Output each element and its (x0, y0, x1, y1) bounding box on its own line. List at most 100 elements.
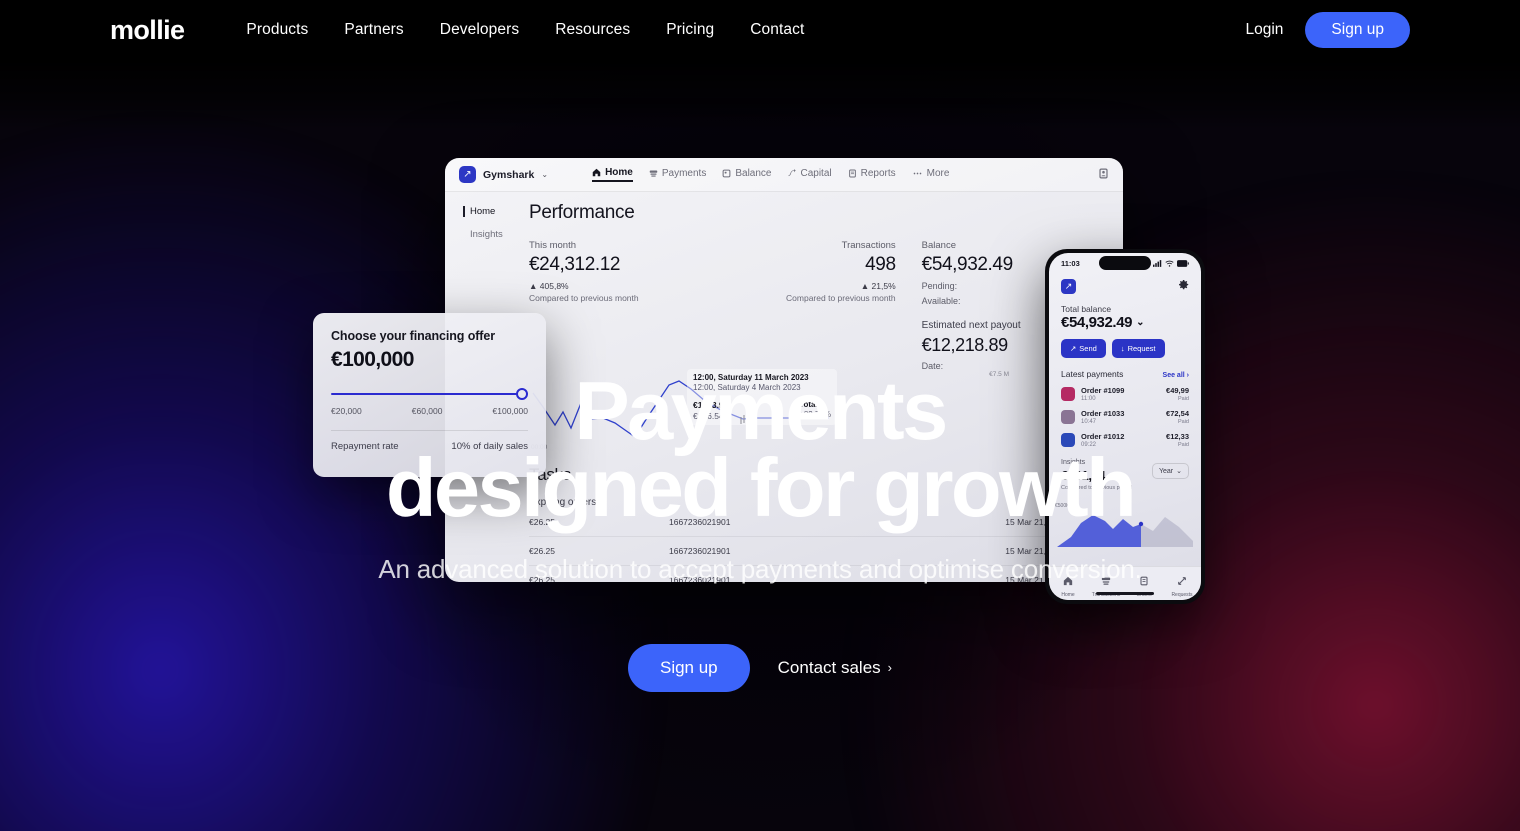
chevron-down-icon: ⌄ (1176, 468, 1182, 475)
battery-icon (1177, 259, 1189, 267)
mollie-logo[interactable]: mollie (110, 16, 185, 44)
page-title: Payments designed for growth (378, 369, 1141, 529)
dashboard-tab-payments[interactable]: Payments (649, 168, 706, 181)
nav-item-contact[interactable]: Contact (750, 21, 804, 39)
dashboard-tab-capital[interactable]: Capital (787, 168, 832, 181)
stat-label: Transactions (841, 240, 896, 251)
period-selector[interactable]: Year ⌄ (1151, 463, 1189, 479)
stat-comparison: Compared to previous month (786, 293, 896, 303)
send-button[interactable]: ↗ Send (1061, 339, 1106, 358)
stats-row: This month €24,312.12 ▲ 405,8% Compared … (529, 240, 1105, 371)
nav-item-pricing[interactable]: Pricing (666, 21, 714, 39)
stat-delta: ▲ 21,5% (860, 281, 896, 291)
merchant-logo-icon: ↗ (459, 166, 476, 183)
slider-tick-min: €20,000 (331, 406, 362, 416)
phone-tab-requests[interactable]: Requests (1163, 573, 1201, 598)
nav-item-resources[interactable]: Resources (555, 21, 630, 39)
signup-button-nav[interactable]: Sign up (1305, 12, 1410, 48)
payment-amount: €12,33 (1166, 432, 1189, 441)
stat-transactions: Transactions 498 ▲ 21,5% Compared to pre… (712, 240, 921, 371)
hero-subheadline: An advanced solution to accept payments … (378, 554, 1142, 585)
phone-balance-value-row[interactable]: €54,932.49 ⌄ (1061, 314, 1189, 331)
status-badge: Paid (1177, 442, 1189, 448)
dashboard-tab-label: Balance (735, 168, 772, 179)
more-icon (913, 172, 921, 175)
phone-clock: 11:03 (1061, 258, 1080, 268)
chevron-down-icon: ⌄ (1136, 317, 1145, 328)
account-icon[interactable] (1098, 166, 1109, 184)
sidebar-item-insights[interactable]: Insights (463, 229, 525, 240)
dashboard-tab-more[interactable]: More (912, 168, 950, 181)
hero-cta-group: Sign up Contact sales › (378, 643, 1141, 692)
arrow-down-icon: ↓ (1120, 344, 1125, 353)
dashboard-tab-label: Payments (661, 168, 707, 179)
balance-icon (722, 169, 731, 178)
dashboard-nav: Home Payments Balance Capital Reports Mo… (592, 167, 949, 182)
phone-status-icons (1153, 259, 1189, 267)
period-label: Year (1158, 467, 1174, 475)
payments-icon (649, 170, 658, 177)
phone-tab-label: Requests (1171, 591, 1193, 598)
dashboard-tab-label: Home (605, 167, 633, 178)
requests-icon (1178, 576, 1186, 585)
stat-value: €24,312.12 (529, 254, 621, 275)
landing-page: mollie Products Partners Developers Reso… (0, 0, 1520, 831)
phone-header: ↗ (1049, 273, 1201, 295)
cellular-signal-icon (1153, 259, 1162, 267)
main-nav-links: Products Partners Developers Resources P… (246, 21, 804, 39)
phone-notch (1099, 256, 1151, 270)
phone-quick-actions: ↗ Send ↓ Request (1061, 339, 1189, 358)
stat-label: This month (529, 240, 576, 251)
phone-balance-value: €54,932.49 (1061, 314, 1133, 331)
payment-amount: €49,99 (1166, 386, 1189, 395)
dashboard-tab-reports[interactable]: Reports (848, 168, 896, 181)
stat-this-month: This month €24,312.12 ▲ 405,8% Compared … (529, 240, 712, 371)
nav-item-products[interactable]: Products (246, 21, 308, 39)
phone-brand-icon: ↗ (1061, 278, 1076, 294)
status-badge: Paid (1177, 396, 1189, 402)
stat-delta: ▲ 405,8% (529, 281, 569, 291)
login-link[interactable]: Login (1245, 21, 1283, 39)
hero-headline-line2: designed for growth (385, 441, 1137, 535)
sidebar-item-home[interactable]: Home (463, 206, 525, 217)
signup-button-hero[interactable]: Sign up (627, 643, 750, 692)
contact-sales-link[interactable]: Contact sales › (778, 658, 892, 678)
dashboard-tab-label: More (926, 168, 950, 179)
payment-amount-block: €72,54 Paid (1166, 409, 1189, 425)
status-badge: Paid (1177, 419, 1189, 425)
top-navigation-bar: mollie Products Partners Developers Reso… (0, 0, 1520, 60)
stat-comparison: Compared to previous month (529, 293, 639, 303)
performance-title: Performance (529, 202, 635, 223)
financing-card-title: Choose your financing offer (331, 329, 495, 343)
dashboard-tab-label: Capital (800, 168, 832, 179)
capital-icon (788, 169, 797, 177)
nav-item-partners[interactable]: Partners (344, 21, 403, 39)
reports-icon (848, 169, 856, 178)
merchant-name: Gymshark (483, 168, 535, 181)
dashboard-topbar: ↗ Gymshark ⌄ Home Payments Balance Capit… (445, 158, 1123, 192)
dashboard-tab-label: Reports (860, 168, 896, 179)
home-icon (592, 168, 601, 177)
arrow-up-right-icon: ↗ (1070, 344, 1077, 353)
send-button-label: Send (1079, 344, 1097, 353)
payment-amount-block: €49,99 Paid (1166, 386, 1189, 402)
payment-amount-block: €12,33 Paid (1166, 432, 1189, 448)
request-button-label: Request (1127, 344, 1156, 353)
merchant-switcher[interactable]: ↗ Gymshark ⌄ (459, 166, 548, 183)
gear-icon[interactable] (1178, 277, 1189, 295)
nav-item-developers[interactable]: Developers (440, 21, 519, 39)
chevron-right-icon: › (887, 660, 892, 676)
wifi-icon (1165, 260, 1174, 267)
see-all-link[interactable]: See all › (1163, 372, 1189, 379)
hero-content: Payments designed for growth An advanced… (378, 369, 1142, 692)
phone-balance-label: Total balance (1061, 304, 1112, 314)
request-button[interactable]: ↓ Request (1111, 339, 1165, 358)
financing-amount: €100,000 (331, 348, 414, 371)
dashboard-tab-balance[interactable]: Balance (722, 168, 771, 181)
nav-actions: Login Sign up (1245, 12, 1410, 48)
chevron-down-icon: ⌄ (541, 170, 549, 179)
phone-status-bar: 11:03 (1049, 253, 1201, 273)
payment-amount: €72,54 (1166, 409, 1189, 418)
stat-value: 498 (865, 254, 896, 275)
dashboard-tab-home[interactable]: Home (592, 167, 633, 182)
